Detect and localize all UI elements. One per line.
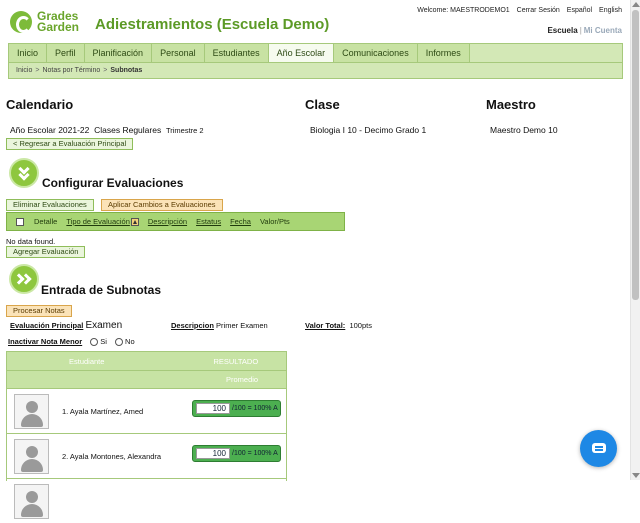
subgrades-header: Estudiante RESULTADO bbox=[7, 352, 286, 370]
chat-button[interactable] bbox=[580, 430, 617, 467]
avatar-placeholder-icon bbox=[14, 394, 49, 429]
main-eval-label: Evaluación Principal bbox=[10, 321, 84, 330]
col-descripcion[interactable]: Descripción bbox=[148, 217, 187, 226]
account-sep: | bbox=[579, 26, 582, 35]
total-value: 100pts bbox=[349, 321, 372, 330]
scroll-thumb[interactable] bbox=[632, 10, 639, 300]
tab-ano-escolar[interactable]: Año Escolar bbox=[268, 44, 335, 62]
vertical-scrollbar[interactable] bbox=[630, 0, 640, 480]
select-all-checkbox[interactable] bbox=[16, 217, 24, 226]
desc-label: Descripcion bbox=[171, 321, 214, 330]
radio-yes-label: Si bbox=[100, 337, 107, 346]
avatar-placeholder-icon bbox=[14, 484, 49, 519]
desc-row: Descripcion Primer Examen bbox=[171, 321, 268, 330]
subgrades-title: Entrada de Subnotas bbox=[41, 283, 162, 297]
school-year: Año Escolar 2021-22 bbox=[10, 125, 90, 135]
class-type: Clases Regulares bbox=[94, 125, 162, 135]
breadcrumb-sep: > bbox=[103, 67, 108, 74]
col-tipo-label: Tipo de Evaluación bbox=[66, 216, 130, 226]
logo-mark-icon bbox=[10, 11, 32, 33]
grade-result: /100 = 100% A bbox=[232, 405, 278, 412]
student-row: 2. Ayala Montones, Alexandra 100 /100 = … bbox=[7, 433, 286, 478]
inactivate-label: Inactivar Nota Menor bbox=[8, 337, 83, 346]
sort-asc-icon[interactable] bbox=[130, 218, 139, 226]
tab-personal[interactable]: Personal bbox=[152, 44, 205, 62]
breadcrumb-notas[interactable]: Notas por Término bbox=[42, 67, 100, 74]
col-result: RESULTADO bbox=[213, 356, 259, 366]
lang-en-link[interactable]: English bbox=[599, 7, 622, 14]
lang-es-link[interactable]: Español bbox=[567, 7, 592, 14]
grades-garden-logo[interactable]: Grades Garden bbox=[10, 10, 92, 34]
app-title: Adiestramientos (Escuela Demo) bbox=[95, 16, 330, 33]
my-account-link[interactable]: Mi Cuenta bbox=[584, 26, 622, 35]
radio-no[interactable] bbox=[115, 338, 124, 347]
main-eval-value: Examen bbox=[85, 320, 123, 331]
account-switch: Escuela | Mi Cuenta bbox=[547, 26, 622, 35]
col-average: Promedio bbox=[226, 375, 259, 384]
scroll-up-icon[interactable] bbox=[632, 2, 640, 7]
chat-icon bbox=[592, 443, 606, 453]
double-chevron-down-icon bbox=[9, 158, 39, 188]
class-name: Biologia I 10 - Decimo Grado 1 bbox=[310, 125, 427, 135]
col-estatus[interactable]: Estatus bbox=[196, 217, 221, 226]
total-row: Valor Total: 100pts bbox=[305, 321, 372, 330]
configure-evals-title: Configurar Evaluaciones bbox=[42, 176, 184, 190]
col-student: Estudiante bbox=[69, 356, 105, 366]
col-detalle: Detalle bbox=[34, 217, 58, 226]
grade-cell: 100 /100 = 100% A bbox=[192, 445, 281, 462]
breadcrumb-current: Subnotas bbox=[110, 67, 143, 74]
tab-estudiantes[interactable]: Estudiantes bbox=[204, 44, 269, 62]
evals-grid-header: Detalle Tipo de Evaluación Descripción E… bbox=[6, 212, 345, 231]
teacher-heading: Maestro bbox=[486, 97, 536, 112]
scroll-down-icon[interactable] bbox=[632, 473, 640, 478]
tab-perfil[interactable]: Perfil bbox=[47, 44, 85, 62]
tab-informes[interactable]: Informes bbox=[417, 44, 470, 62]
main-nav: Inicio Perfil Planificación Personal Est… bbox=[8, 43, 623, 63]
inactivate-row: Inactivar Nota Menor Si No bbox=[8, 337, 135, 347]
logo-line2: Garden bbox=[37, 20, 80, 34]
student-row: 1. Ayala Martínez, Amed 100 /100 = 100% … bbox=[7, 388, 286, 433]
total-label: Valor Total: bbox=[305, 321, 346, 330]
calendar-heading: Calendario bbox=[6, 97, 74, 112]
delete-evals-button[interactable]: Eliminar Evaluaciones bbox=[6, 199, 94, 211]
student-name: 1. Ayala Martínez, Amed bbox=[62, 407, 144, 416]
apply-changes-button[interactable]: Aplicar Cambios a Evaluaciones bbox=[101, 199, 223, 211]
subgrades-subheader: Promedio bbox=[7, 370, 286, 388]
tab-comunicaciones[interactable]: Comunicaciones bbox=[334, 44, 418, 62]
breadcrumb: Inicio > Notas por Término > Subnotas bbox=[8, 63, 623, 79]
no-data-message: No data found. bbox=[6, 237, 56, 246]
welcome-text: Welcome: MAESTRODEMO1 bbox=[417, 7, 510, 14]
grade-cell: 100 /100 = 100% A bbox=[192, 400, 281, 417]
col-fecha[interactable]: Fecha bbox=[230, 217, 251, 226]
grade-result: /100 = 100% A bbox=[232, 450, 278, 457]
grade-input[interactable]: 100 bbox=[196, 448, 230, 459]
back-to-main-eval-button[interactable]: < Regresar a Evaluación Principal bbox=[6, 138, 134, 150]
process-grades-button[interactable]: Procesar Notas bbox=[6, 305, 72, 317]
school-link[interactable]: Escuela bbox=[547, 26, 577, 35]
teacher-name: Maestro Demo 10 bbox=[490, 125, 558, 135]
breadcrumb-sep: > bbox=[35, 67, 40, 74]
tab-inicio[interactable]: Inicio bbox=[9, 44, 48, 62]
grade-input[interactable]: 100 bbox=[196, 403, 230, 414]
top-user-bar: Welcome: MAESTRODEMO1 Cerrar Sesión Espa… bbox=[412, 7, 622, 14]
col-tipo[interactable]: Tipo de Evaluación bbox=[66, 217, 139, 226]
calendar-info: Año Escolar 2021-22 Clases Regulares Tri… bbox=[10, 125, 204, 135]
logout-link[interactable]: Cerrar Sesión bbox=[517, 7, 560, 14]
student-name: 2. Ayala Montones, Alexandra bbox=[62, 452, 162, 461]
subgrades-table: Estudiante RESULTADO Promedio 1. Ayala M… bbox=[6, 351, 287, 523]
double-chevron-right-icon bbox=[9, 264, 39, 294]
term: Trimestre 2 bbox=[165, 126, 204, 135]
radio-no-label: No bbox=[125, 337, 135, 346]
main-eval-row: Evaluación Principal Examen bbox=[10, 320, 122, 331]
radio-yes[interactable] bbox=[90, 338, 99, 347]
desc-value: Primer Examen bbox=[216, 321, 268, 330]
student-row bbox=[7, 478, 286, 523]
class-heading: Clase bbox=[305, 97, 340, 112]
add-eval-button[interactable]: Agregar Evaluación bbox=[6, 246, 86, 258]
tab-planificacion[interactable]: Planificación bbox=[84, 44, 153, 62]
breadcrumb-inicio[interactable]: Inicio bbox=[16, 67, 32, 74]
col-valor: Valor/Pts bbox=[259, 217, 290, 226]
avatar-placeholder-icon bbox=[14, 439, 49, 474]
